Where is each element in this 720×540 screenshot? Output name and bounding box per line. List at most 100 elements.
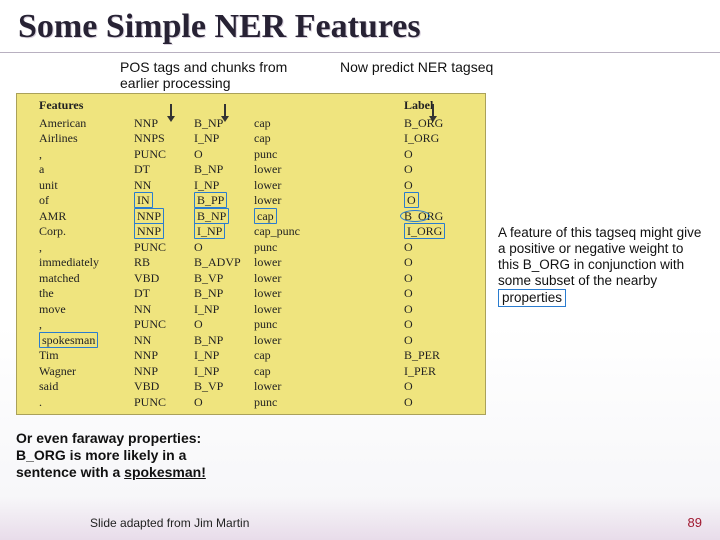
cell-gap xyxy=(334,178,404,194)
cell-pos: PUNC xyxy=(134,240,194,256)
cell-feat: cap xyxy=(254,131,334,147)
table-row: AirlinesNNPSI_NPcapI_ORG xyxy=(17,131,485,147)
table-row: ,PUNCOpuncO xyxy=(17,240,485,256)
table-row: ,PUNCOpuncO xyxy=(17,317,485,333)
cell-chunk: B_NP xyxy=(194,209,254,225)
table-row: ofINB_PPlower O xyxy=(17,193,485,209)
cell-word: a xyxy=(39,162,134,178)
cell-chunk: I_NP xyxy=(194,224,254,240)
cell-label: I_PER xyxy=(404,364,464,380)
cell-gap xyxy=(334,395,404,411)
page-number: 89 xyxy=(688,515,702,530)
cell-feat: lower xyxy=(254,255,334,271)
table-row: .PUNCOpuncO xyxy=(17,395,485,411)
cell-feat: lower xyxy=(254,271,334,287)
table-header: Features Label xyxy=(17,98,485,114)
table-row: matchedVBDB_VPlowerO xyxy=(17,271,485,287)
cell-pos: PUNC xyxy=(134,147,194,163)
cell-label: B_PER xyxy=(404,348,464,364)
cell-feat: punc xyxy=(254,240,334,256)
feature-table: Features Label AmericanNNPB_NPcapB_ORGAi… xyxy=(16,93,486,415)
cell-gap xyxy=(334,224,404,240)
table-row: theDTB_NPlowerO xyxy=(17,286,485,302)
oval-highlight-icon xyxy=(400,210,430,222)
cell-chunk: B_VP xyxy=(194,271,254,287)
cell-label: O xyxy=(404,193,464,209)
cell-feat: punc xyxy=(254,147,334,163)
cell-feat: cap xyxy=(254,116,334,132)
cell-gap xyxy=(334,240,404,256)
table-row: aDTB_NPlowerO xyxy=(17,162,485,178)
cell-pos: VBD xyxy=(134,379,194,395)
cell-label: B_ORG xyxy=(404,209,464,225)
cell-label: I_ORG xyxy=(404,131,464,147)
cell-word: spokesman xyxy=(39,333,134,349)
cell-label: O xyxy=(404,395,464,411)
cell-pos: RB xyxy=(134,255,194,271)
cell-gap xyxy=(334,302,404,318)
bottom-annotation: Or even faraway properties: B_ORG is mor… xyxy=(16,430,266,481)
cell-label: O xyxy=(404,379,464,395)
cell-pos: DT xyxy=(134,286,194,302)
cell-label: O xyxy=(404,255,464,271)
cell-pos: NNP xyxy=(134,224,194,240)
cell-gap xyxy=(334,364,404,380)
cell-word: unit xyxy=(39,178,134,194)
cell-word: of xyxy=(39,193,134,209)
bottom-line-2: B_ORG is more likely in a xyxy=(16,447,266,464)
cell-chunk: B_NP xyxy=(194,333,254,349)
cell-feat: lower xyxy=(254,302,334,318)
cell-label: O xyxy=(404,271,464,287)
cell-feat: cap xyxy=(254,209,334,225)
cell-chunk: O xyxy=(194,240,254,256)
cell-feat: lower xyxy=(254,193,334,209)
table-row: WagnerNNPI_NPcap I_PER xyxy=(17,364,485,380)
annotation-pos-chunks: POS tags and chunks from earlier process… xyxy=(120,59,300,91)
cell-word: , xyxy=(39,147,134,163)
cell-word: Wagner xyxy=(39,364,134,380)
col-features: Features xyxy=(39,98,134,114)
cell-gap xyxy=(334,209,404,225)
table-row: AMRNNPB_NPcap B_ORG xyxy=(17,209,485,225)
cell-feat: punc xyxy=(254,395,334,411)
cell-pos: IN xyxy=(134,193,194,209)
cell-chunk: B_NP xyxy=(194,286,254,302)
cell-gap xyxy=(334,255,404,271)
cell-chunk: O xyxy=(194,147,254,163)
cell-gap xyxy=(334,131,404,147)
cell-feat: cap xyxy=(254,364,334,380)
cell-word: said xyxy=(39,379,134,395)
annotation-predict-tagseq: Now predict NER tagseq xyxy=(340,59,560,91)
slide-credit: Slide adapted from Jim Martin xyxy=(90,516,249,530)
cell-chunk: I_NP xyxy=(194,131,254,147)
cell-word: Tim xyxy=(39,348,134,364)
side-annotation: A feature of this tagseq might give a po… xyxy=(498,225,702,307)
cell-gap xyxy=(334,162,404,178)
cell-word: AMR xyxy=(39,209,134,225)
cell-feat: lower xyxy=(254,286,334,302)
cell-chunk: B_NP xyxy=(194,162,254,178)
cell-label: O xyxy=(404,333,464,349)
cell-feat: lower xyxy=(254,333,334,349)
cell-chunk: I_NP xyxy=(194,302,254,318)
cell-pos: DT xyxy=(134,162,194,178)
cell-gap xyxy=(334,333,404,349)
table-row: moveNNI_NPlowerO xyxy=(17,302,485,318)
cell-pos: NNP xyxy=(134,364,194,380)
cell-chunk: B_PP xyxy=(194,193,254,209)
cell-gap xyxy=(334,348,404,364)
cell-word: move xyxy=(39,302,134,318)
arrow-down-icon xyxy=(224,104,226,118)
side-annotation-text: A feature of this tagseq might give a po… xyxy=(498,225,701,288)
cell-label: O xyxy=(404,147,464,163)
cell-word: the xyxy=(39,286,134,302)
cell-chunk: I_NP xyxy=(194,364,254,380)
table-row: immediatelyRBB_ADVPlowerO xyxy=(17,255,485,271)
cell-label: O xyxy=(404,240,464,256)
cell-chunk: I_NP xyxy=(194,348,254,364)
cell-label: O xyxy=(404,162,464,178)
cell-feat: lower xyxy=(254,379,334,395)
slide-title: Some Simple NER Features xyxy=(0,0,720,48)
cell-pos: NNP xyxy=(134,209,194,225)
cell-label: O xyxy=(404,302,464,318)
